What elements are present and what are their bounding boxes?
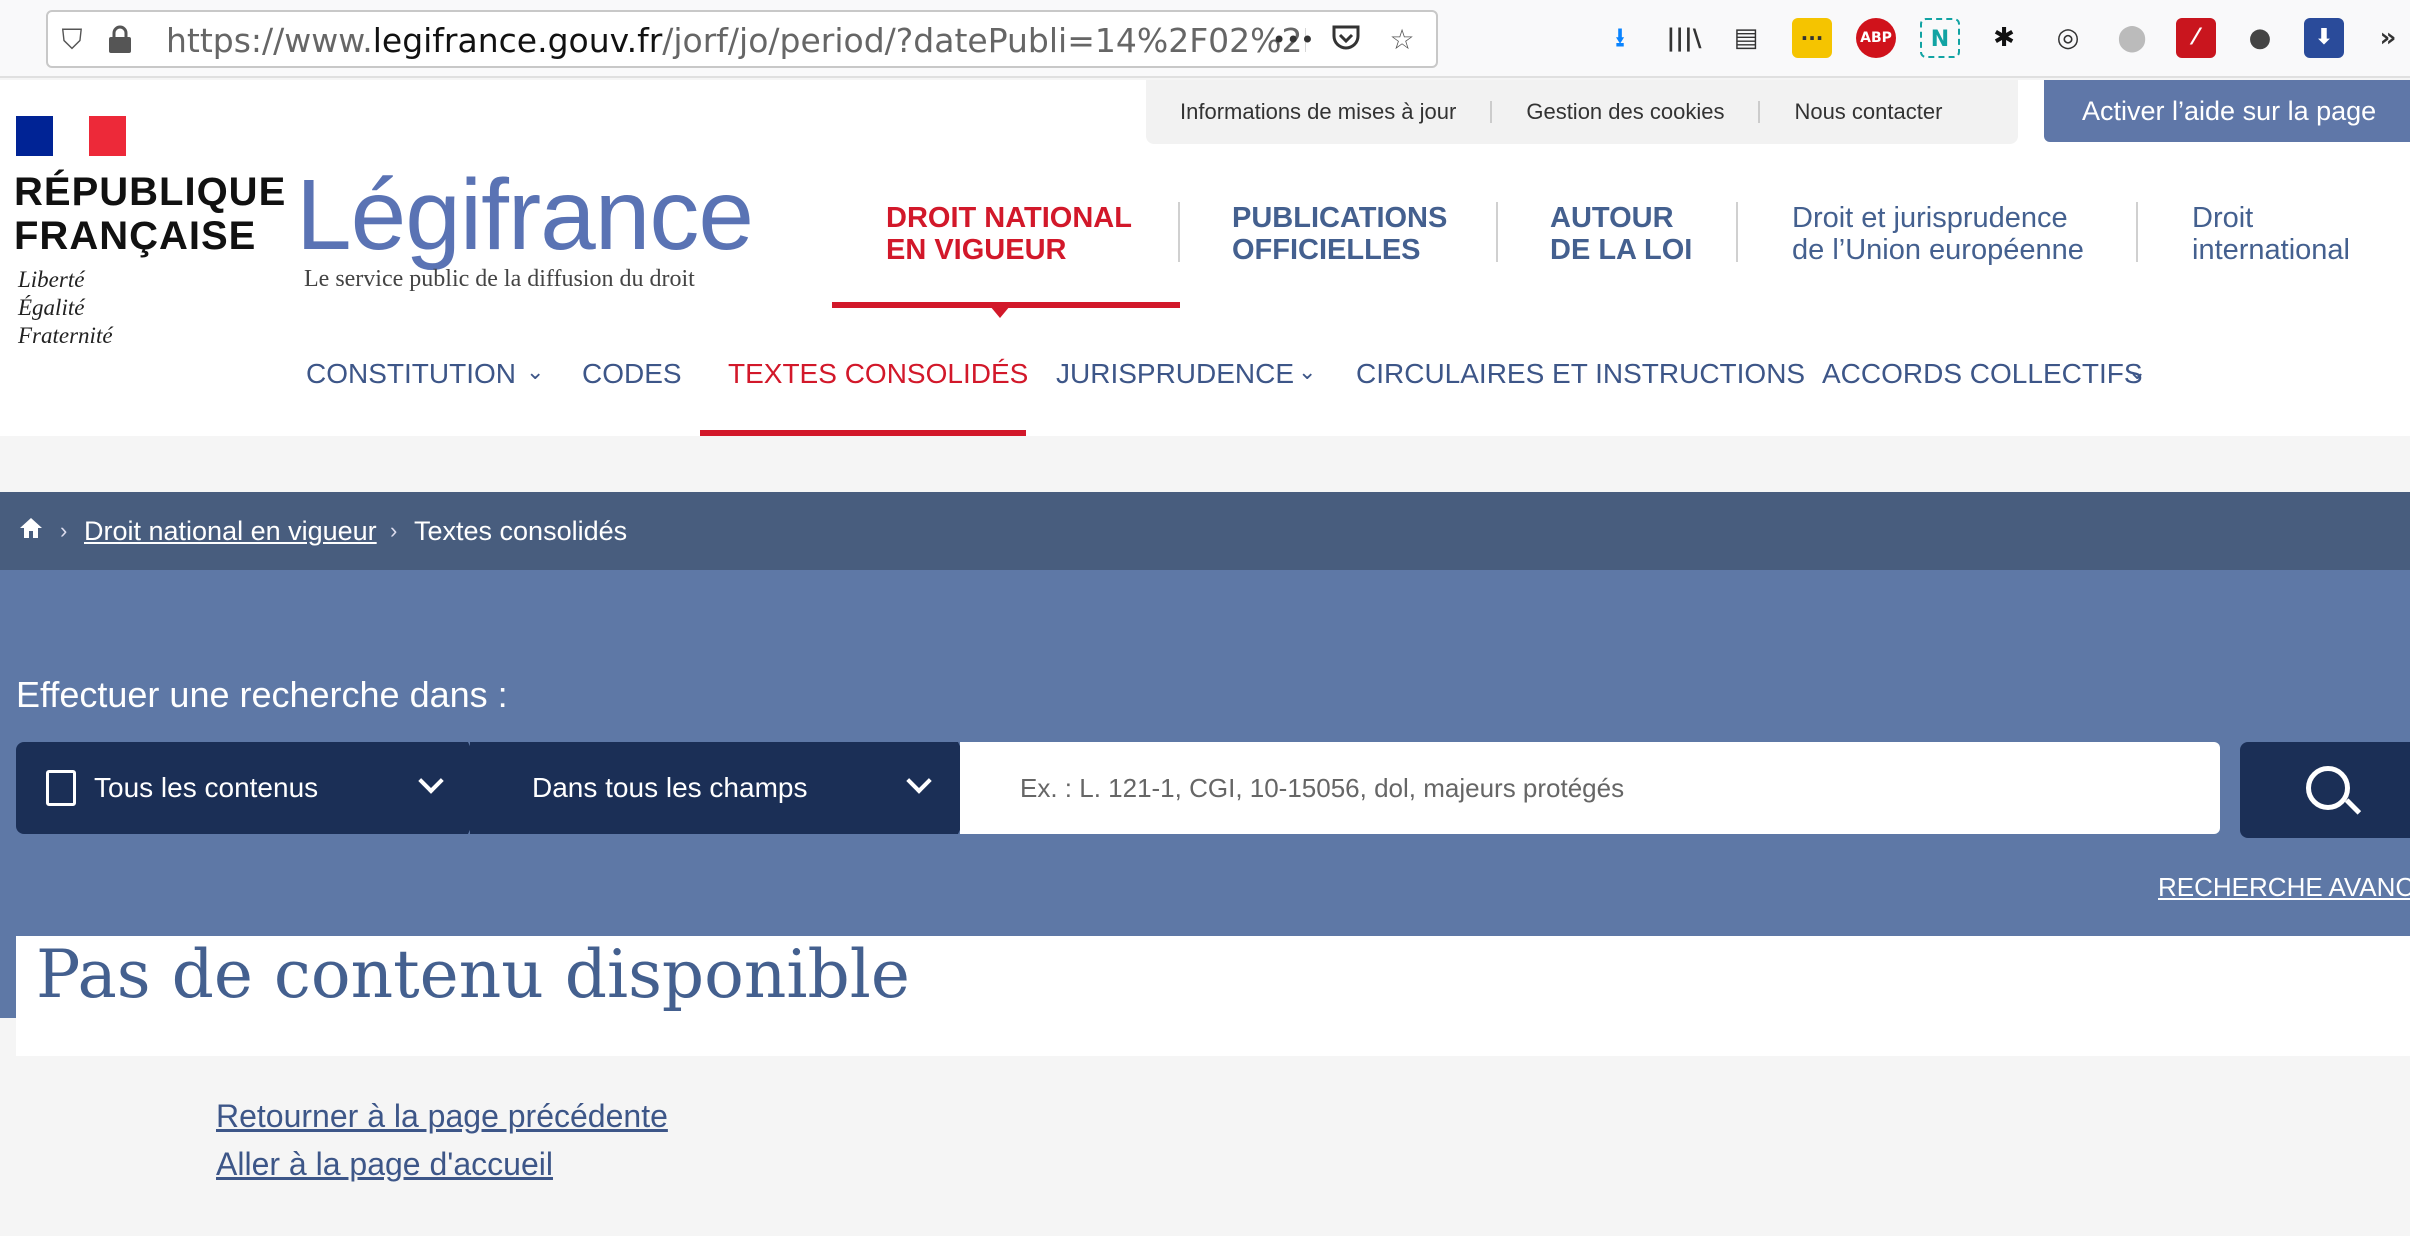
download-icon[interactable]: ⭳ bbox=[1600, 18, 1640, 58]
marianne-logo[interactable] bbox=[16, 116, 127, 156]
sync-icon[interactable]: ◎ bbox=[2048, 18, 2088, 58]
top-links: Informations de mises à jour Gestion des… bbox=[1146, 80, 2018, 144]
subnav-textes-consolides[interactable]: TEXTES CONSOLIDÉS bbox=[728, 358, 1028, 390]
top-link-cookies[interactable]: Gestion des cookies bbox=[1490, 101, 1758, 123]
pocket-icon[interactable] bbox=[1330, 24, 1362, 56]
site-logo[interactable]: Légifrance bbox=[296, 158, 754, 273]
chevron-down-icon[interactable]: ⌄ bbox=[2128, 360, 2146, 385]
help-button[interactable]: Activer l’aide sur la page bbox=[2044, 80, 2410, 142]
download-arrow-icon[interactable]: ⬇ bbox=[2304, 18, 2344, 58]
breadcrumb: › Droit national en vigueur › Textes con… bbox=[0, 492, 2410, 570]
home-icon[interactable] bbox=[18, 516, 44, 547]
wand-icon[interactable]: ⁄ bbox=[2176, 18, 2216, 58]
main-nav-publications[interactable]: PUBLICATIONS OFFICIELLES bbox=[1232, 202, 1447, 266]
extension-dots-icon[interactable]: ··· bbox=[1792, 18, 1832, 58]
subnav-accords-collectifs[interactable]: ACCORDS COLLECTIFS bbox=[1822, 358, 2143, 390]
main-nav-droit-national[interactable]: DROIT NATIONAL EN VIGUEUR bbox=[886, 202, 1132, 266]
subnav-constitution[interactable]: CONSTITUTION bbox=[306, 358, 516, 390]
subnav-jurisprudence[interactable]: JURISPRUDENCE bbox=[1056, 358, 1294, 390]
breadcrumb-droit-national[interactable]: Droit national en vigueur bbox=[84, 516, 377, 547]
chevron-down-icon[interactable]: ⌄ bbox=[1298, 360, 1316, 385]
breadcrumb-separator: › bbox=[390, 518, 398, 543]
advanced-search-link[interactable]: RECHERCHE AVANCÉE bbox=[2158, 872, 2410, 903]
back-link[interactable]: Retourner à la page précédente bbox=[216, 1098, 668, 1135]
lock-icon[interactable] bbox=[104, 24, 136, 56]
nav-divider bbox=[1496, 202, 1498, 262]
main-nav-droit-ue[interactable]: Droit et jurisprudence de l’Union europée… bbox=[1792, 202, 2084, 266]
location-icon[interactable]: ⬤ bbox=[2112, 18, 2152, 58]
site-header: RÉPUBLIQUE FRANÇAISE Liberté Égalité Frater… bbox=[0, 80, 2410, 436]
field-select-value: Dans tous les champs bbox=[532, 772, 808, 803]
active-nav-caret bbox=[990, 306, 1010, 318]
home-link[interactable]: Aller à la page d'accueil bbox=[216, 1146, 553, 1183]
sidebar-icon[interactable]: ▤ bbox=[1726, 18, 1766, 58]
chevron-down-icon[interactable]: ⌄ bbox=[526, 360, 544, 385]
chevron-down-icon bbox=[906, 768, 932, 794]
shield-icon[interactable]: ⛉ bbox=[56, 24, 88, 56]
search-button[interactable] bbox=[2240, 742, 2410, 838]
subnav-codes[interactable]: CODES bbox=[582, 358, 682, 390]
breadcrumb-current: Textes consolidés bbox=[414, 516, 628, 546]
content-type-select[interactable]: Tous les contenus bbox=[16, 742, 468, 834]
nav-divider bbox=[1178, 202, 1180, 262]
content-type-value: Tous les contenus bbox=[94, 772, 319, 803]
field-select[interactable]: Dans tous les champs bbox=[470, 742, 958, 834]
extension-n-icon[interactable]: N bbox=[1920, 18, 1960, 58]
browser-toolbar: ⛉ https://www.legifrance.gouv.fr/jorf/jo… bbox=[0, 0, 2410, 78]
top-link-updates[interactable]: Informations de mises à jour bbox=[1146, 101, 1490, 123]
address-bar[interactable]: ⛉ https://www.legifrance.gouv.fr/jorf/jo… bbox=[46, 10, 1438, 68]
search-icon-handle bbox=[2344, 798, 2362, 815]
content-left-strip bbox=[0, 936, 16, 1018]
account-icon[interactable]: ● bbox=[2240, 18, 2280, 58]
devise: Liberté Égalité Fraternité bbox=[18, 267, 113, 348]
main-nav-autour-loi[interactable]: AUTOUR DE LA LOI bbox=[1550, 202, 1692, 266]
header-gap bbox=[0, 436, 2410, 492]
library-icon[interactable]: |||\ bbox=[1664, 18, 1704, 58]
overflow-icon[interactable]: » bbox=[2368, 18, 2408, 58]
subnav-circulaires[interactable]: CIRCULAIRES ET INSTRUCTIONS bbox=[1356, 358, 1805, 390]
adblock-icon[interactable]: ABP bbox=[1856, 18, 1896, 58]
paw-icon[interactable]: ✱ bbox=[1984, 18, 2024, 58]
search-icon bbox=[2306, 766, 2350, 810]
site-tagline: Le service public de la diffusion du dro… bbox=[304, 266, 695, 292]
search-input[interactable] bbox=[960, 742, 2220, 834]
chevron-down-icon bbox=[418, 768, 444, 794]
nav-divider bbox=[1736, 202, 1738, 262]
republique-francaise-label: RÉPUBLIQUE FRANÇAISE bbox=[14, 170, 287, 258]
search-panel: Effectuer une recherche dans : Tous les … bbox=[0, 570, 2410, 936]
page-title: Pas de contenu disponible bbox=[36, 936, 910, 1013]
top-link-contact[interactable]: Nous contacter bbox=[1758, 101, 1976, 123]
bookmark-star-icon[interactable]: ☆ bbox=[1386, 24, 1418, 56]
book-icon bbox=[46, 770, 76, 806]
nav-divider bbox=[2136, 202, 2138, 262]
page-actions-icon[interactable]: ••• bbox=[1272, 24, 1314, 56]
search-label: Effectuer une recherche dans : bbox=[16, 674, 508, 715]
url-text[interactable]: https://www.legifrance.gouv.fr/jorf/jo/p… bbox=[166, 21, 1306, 60]
breadcrumb-separator: › bbox=[60, 518, 68, 543]
main-nav-droit-international[interactable]: Droit international bbox=[2192, 202, 2350, 266]
